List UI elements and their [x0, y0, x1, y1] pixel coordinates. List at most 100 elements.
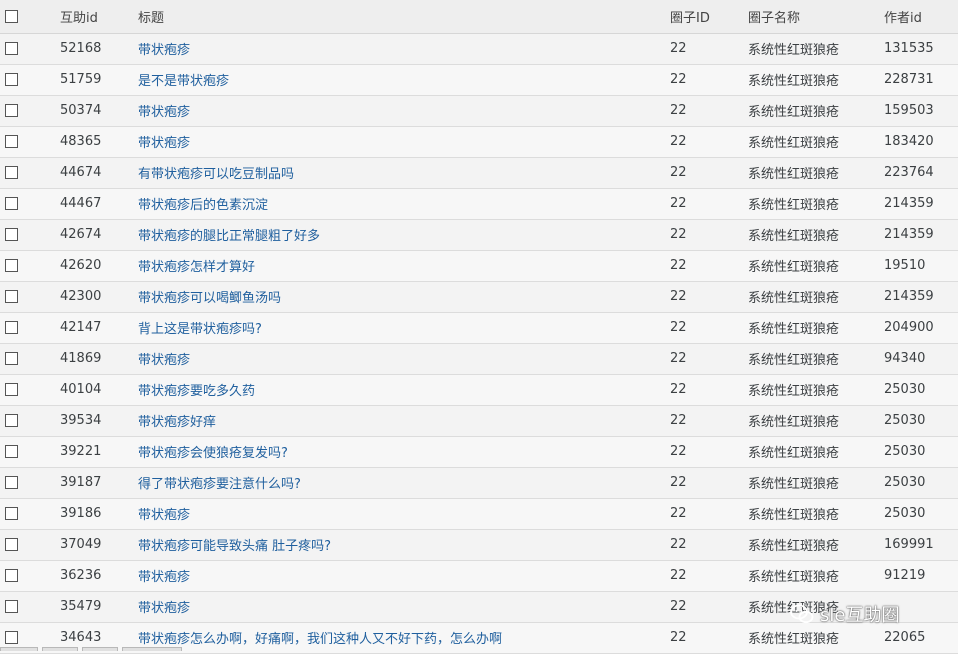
row-checkbox[interactable] — [5, 73, 18, 86]
post-title-link[interactable]: 带状疱疹要吃多久药 — [138, 384, 255, 399]
post-title-link[interactable]: 带状疱疹 — [138, 570, 190, 585]
column-header-circle-id[interactable]: 圈子ID — [670, 0, 748, 34]
table-row: 41869 带状疱疹 22 系统性红斑狼疮 94340 — [0, 343, 958, 375]
table-body: 52168 带状疱疹 22 系统性红斑狼疮 131535 51759 是不是带状疱疹 22 系统… — [0, 33, 958, 654]
cell-author-id: 214359 — [884, 188, 958, 220]
post-title-link[interactable]: 带状疱疹的腿比正常腿粗了好多 — [138, 229, 320, 244]
row-select-cell — [0, 250, 60, 282]
cell-circle-name: 系统性红斑狼疮 — [748, 436, 884, 468]
post-title-link[interactable]: 带状疱疹 — [138, 136, 190, 151]
post-title-link[interactable]: 带状疱疹可以喝鲫鱼汤吗 — [138, 291, 281, 306]
help-posts-table: 互助id 标题 圈子ID 圈子名称 作者id 52168 带状疱疹 22 系统性红斑狼… — [0, 0, 958, 654]
pagination-tab[interactable] — [82, 647, 118, 651]
row-checkbox[interactable] — [5, 414, 18, 427]
post-title-link[interactable]: 带状疱疹怎么办啊，好痛啊，我们这种人又不好下药，怎么办啊 — [138, 632, 502, 647]
row-select-cell — [0, 374, 60, 406]
cell-title: 带状疱疹 — [138, 560, 670, 592]
cell-circle-id: 22 — [670, 126, 748, 158]
post-title-link[interactable]: 带状疱疹 — [138, 508, 190, 523]
cell-circle-name: 系统性红斑狼疮 — [748, 157, 884, 189]
row-checkbox[interactable] — [5, 104, 18, 117]
post-title-link[interactable]: 带状疱疹 — [138, 601, 190, 616]
table-row: 39534 带状疱疹好痒 22 系统性红斑狼疮 25030 — [0, 405, 958, 437]
row-checkbox[interactable] — [5, 383, 18, 396]
cell-circle-id: 22 — [670, 95, 748, 127]
cell-author-id: 214359 — [884, 281, 958, 313]
post-title-link[interactable]: 带状疱疹会使狼疮复发吗? — [138, 446, 288, 461]
pagination-tab[interactable] — [0, 647, 38, 651]
post-title-link[interactable]: 带状疱疹怎样才算好 — [138, 260, 255, 275]
cell-title: 背上这是带状疱疹吗? — [138, 312, 670, 344]
cell-author-id: 183420 — [884, 126, 958, 158]
row-checkbox[interactable] — [5, 228, 18, 241]
column-header-circle-name[interactable]: 圈子名称 — [748, 0, 884, 34]
row-checkbox[interactable] — [5, 538, 18, 551]
row-checkbox[interactable] — [5, 569, 18, 582]
cell-circle-name: 系统性红斑狼疮 — [748, 126, 884, 158]
row-checkbox[interactable] — [5, 290, 18, 303]
post-title-link[interactable]: 得了带状疱疹要注意什么吗? — [138, 477, 301, 492]
row-checkbox[interactable] — [5, 166, 18, 179]
row-checkbox[interactable] — [5, 42, 18, 55]
post-title-link[interactable]: 带状疱疹后的色素沉淀 — [138, 198, 268, 213]
row-select-cell — [0, 126, 60, 158]
cell-title: 带状疱疹怎么办啊，好痛啊，我们这种人又不好下药，怎么办啊 — [138, 622, 670, 654]
row-checkbox[interactable] — [5, 259, 18, 272]
row-select-cell — [0, 498, 60, 530]
cell-author-id: 91219 — [884, 560, 958, 592]
row-checkbox[interactable] — [5, 321, 18, 334]
column-header-id[interactable]: 互助id — [60, 0, 138, 34]
post-title-link[interactable]: 有带状疱疹可以吃豆制品吗 — [138, 167, 294, 182]
row-checkbox[interactable] — [5, 631, 18, 644]
cell-circle-name: 系统性红斑狼疮 — [748, 250, 884, 282]
row-checkbox[interactable] — [5, 507, 18, 520]
row-checkbox[interactable] — [5, 445, 18, 458]
pagination-tab[interactable] — [42, 647, 78, 651]
row-select-cell — [0, 188, 60, 220]
post-title-link[interactable]: 是不是带状疱疹 — [138, 74, 229, 89]
row-checkbox[interactable] — [5, 352, 18, 365]
column-header-author-id[interactable]: 作者id — [884, 0, 958, 34]
cell-title: 带状疱疹 — [138, 591, 670, 623]
wechat-icon — [790, 604, 814, 624]
cell-circle-id: 22 — [670, 560, 748, 592]
row-select-cell — [0, 312, 60, 344]
cell-circle-id: 22 — [670, 467, 748, 499]
pagination-tab[interactable] — [122, 647, 182, 651]
post-title-link[interactable]: 带状疱疹可能导致头痛 肚子疼吗? — [138, 539, 331, 554]
post-title-link[interactable]: 带状疱疹好痒 — [138, 415, 216, 430]
table-row: 52168 带状疱疹 22 系统性红斑狼疮 131535 — [0, 33, 958, 65]
row-checkbox[interactable] — [5, 600, 18, 613]
row-checkbox[interactable] — [5, 135, 18, 148]
cell-author-id: 25030 — [884, 405, 958, 437]
row-checkbox[interactable] — [5, 197, 18, 210]
cell-circle-name: 系统性红斑狼疮 — [748, 33, 884, 65]
row-select-cell — [0, 467, 60, 499]
cell-title: 带状疱疹 — [138, 95, 670, 127]
cell-author-id: 228731 — [884, 64, 958, 96]
table-row: 39221 带状疱疹会使狼疮复发吗? 22 系统性红斑狼疮 25030 — [0, 436, 958, 468]
cell-circle-id: 22 — [670, 250, 748, 282]
select-all-cell — [0, 0, 60, 34]
cell-circle-id: 22 — [670, 622, 748, 654]
post-title-link[interactable]: 带状疱疹 — [138, 43, 190, 58]
cell-title: 带状疱疹 — [138, 498, 670, 530]
post-title-link[interactable]: 带状疱疹 — [138, 105, 190, 120]
cell-circle-id: 22 — [670, 405, 748, 437]
column-header-title[interactable]: 标题 — [138, 0, 670, 34]
cell-title: 带状疱疹要吃多久药 — [138, 374, 670, 406]
table-row: 42147 背上这是带状疱疹吗? 22 系统性红斑狼疮 204900 — [0, 312, 958, 344]
row-select-cell — [0, 436, 60, 468]
row-checkbox[interactable] — [5, 476, 18, 489]
post-title-link[interactable]: 背上这是带状疱疹吗? — [138, 322, 262, 337]
cell-author-id: 204900 — [884, 312, 958, 344]
cell-id: 41869 — [60, 343, 138, 375]
cell-id: 42300 — [60, 281, 138, 313]
select-all-checkbox[interactable] — [5, 9, 18, 23]
cell-title: 带状疱疹好痒 — [138, 405, 670, 437]
post-title-link[interactable]: 带状疱疹 — [138, 353, 190, 368]
watermark: sle互助圈 — [790, 592, 940, 636]
row-select-cell — [0, 343, 60, 375]
cell-id: 52168 — [60, 33, 138, 65]
cell-author-id: 159503 — [884, 95, 958, 127]
